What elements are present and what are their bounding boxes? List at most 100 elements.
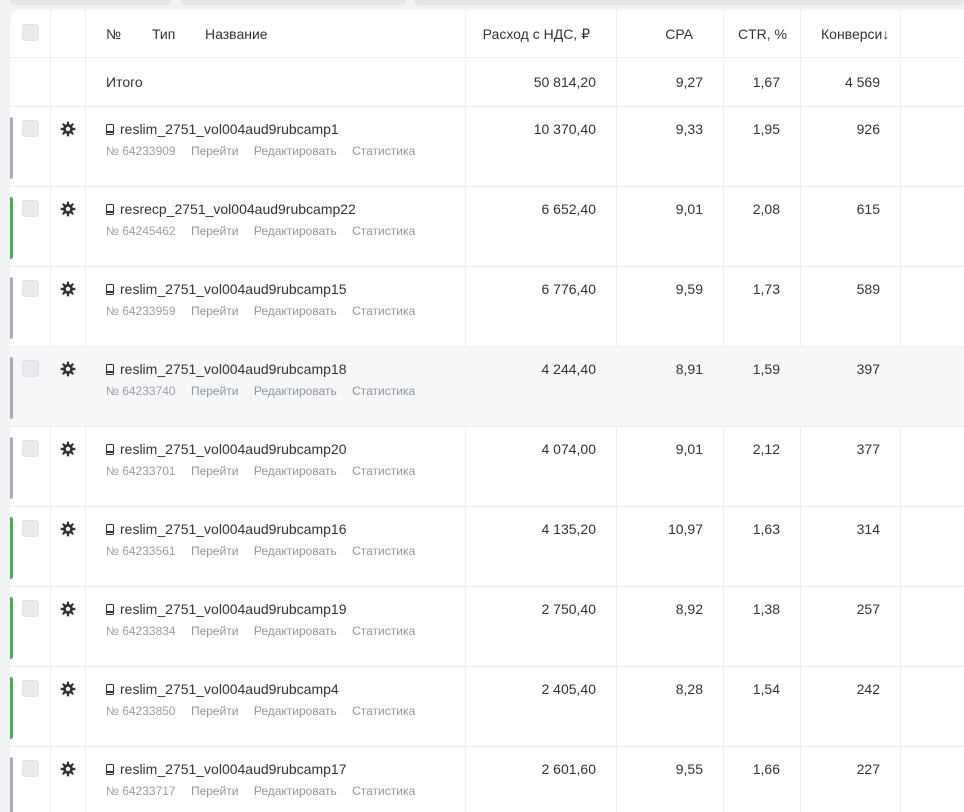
cpa-value: 8,92 [675,601,703,617]
sort-desc-icon[interactable]: ↓ [882,26,889,42]
row-checkbox[interactable] [22,760,39,777]
top-tab[interactable] [414,0,964,5]
campaign-name[interactable]: resrecp_2751_vol004aud9rubcamp22 [106,201,356,217]
column-header-cpa[interactable]: CPA [665,26,693,42]
cpa-value: 9,01 [675,441,703,457]
go-link[interactable]: Перейти [191,464,239,478]
stats-link[interactable]: Статистика [352,144,415,158]
column-header-ctr[interactable]: CTR, % [738,26,787,42]
go-link[interactable]: Перейти [191,224,239,238]
campaign-meta: № 64233850 Перейти Редактировать Статист… [106,704,427,718]
campaign-name-text[interactable]: resrecp_2751_vol004aud9rubcamp22 [120,201,356,217]
row-checkbox[interactable] [22,440,39,457]
campaign-id: № 64233740 [106,384,176,398]
gear-icon[interactable] [60,201,76,217]
go-link[interactable]: Перейти [191,784,239,798]
campaign-name[interactable]: reslim_2751_vol004aud9rubcamp4 [106,681,339,697]
campaign-name[interactable]: reslim_2751_vol004aud9rubcamp19 [106,601,347,617]
go-link[interactable]: Перейти [191,144,239,158]
campaign-name-text[interactable]: reslim_2751_vol004aud9rubcamp20 [120,441,347,457]
campaign-name[interactable]: reslim_2751_vol004aud9rubcamp1 [106,121,339,137]
campaign-row[interactable]: resrecp_2751_vol004aud9rubcamp22 № 64245… [10,187,964,267]
campaign-name-text[interactable]: reslim_2751_vol004aud9rubcamp18 [120,361,347,377]
go-link[interactable]: Перейти [191,544,239,558]
row-checkbox[interactable] [22,520,39,537]
column-header-name[interactable]: Название [205,26,268,42]
column-header-number[interactable]: № [106,26,121,42]
top-tab[interactable] [10,0,172,5]
edit-link[interactable]: Редактировать [254,624,337,638]
gear-icon[interactable] [60,601,76,617]
ctr-value: 1,95 [752,121,780,137]
edit-link[interactable]: Редактировать [254,224,337,238]
edit-link[interactable]: Редактировать [254,384,337,398]
spend-value: 2 601,60 [541,761,597,777]
campaign-name[interactable]: reslim_2751_vol004aud9rubcamp17 [106,761,347,777]
campaign-name[interactable]: reslim_2751_vol004aud9rubcamp20 [106,441,347,457]
ctr-value: 1,63 [752,521,780,537]
campaign-name-text[interactable]: reslim_2751_vol004aud9rubcamp19 [120,601,347,617]
gear-icon[interactable] [60,761,76,777]
stats-link[interactable]: Статистика [352,384,415,398]
campaign-row[interactable]: reslim_2751_vol004aud9rubcamp4 № 6423385… [10,667,964,747]
campaign-row[interactable]: reslim_2751_vol004aud9rubcamp1 № 6423390… [10,107,964,187]
go-link[interactable]: Перейти [191,304,239,318]
edit-link[interactable]: Редактировать [254,304,337,318]
stats-link[interactable]: Статистика [352,304,415,318]
campaign-name-text[interactable]: reslim_2751_vol004aud9rubcamp15 [120,281,347,297]
column-header-spend[interactable]: Расход с НДС, ₽ [483,26,590,43]
campaign-name[interactable]: reslim_2751_vol004aud9rubcamp18 [106,361,347,377]
row-checkbox[interactable] [22,360,39,377]
campaign-row[interactable]: reslim_2751_vol004aud9rubcamp19 № 642338… [10,587,964,667]
stats-link[interactable]: Статистика [352,624,415,638]
go-link[interactable]: Перейти [191,704,239,718]
column-header-conversions[interactable]: Конверси↓ [821,26,889,42]
gear-icon[interactable] [60,281,76,297]
row-checkbox[interactable] [22,280,39,297]
edit-link[interactable]: Редактировать [254,784,337,798]
campaign-name[interactable]: reslim_2751_vol004aud9rubcamp16 [106,521,347,537]
cpa-value: 9,55 [675,761,703,777]
gear-icon[interactable] [60,521,76,537]
row-checkbox[interactable] [22,600,39,617]
row-checkbox[interactable] [22,680,39,697]
campaign-meta: № 64233701 Перейти Редактировать Статист… [106,464,427,478]
conversions-value: 227 [856,761,880,777]
row-checkbox[interactable] [22,120,39,137]
campaign-name-text[interactable]: reslim_2751_vol004aud9rubcamp16 [120,521,347,537]
ctr-value: 1,59 [752,361,780,377]
go-link[interactable]: Перейти [191,384,239,398]
ctr-value: 1,73 [752,281,780,297]
campaign-name-text[interactable]: reslim_2751_vol004aud9rubcamp4 [120,681,339,697]
edit-link[interactable]: Редактировать [254,544,337,558]
gear-icon[interactable] [60,681,76,697]
gear-icon[interactable] [60,361,76,377]
top-tab[interactable] [180,0,406,5]
conversions-value: 242 [856,681,880,697]
edit-link[interactable]: Редактировать [254,464,337,478]
gear-icon[interactable] [60,441,76,457]
stats-link[interactable]: Статистика [352,704,415,718]
campaign-name-text[interactable]: reslim_2751_vol004aud9rubcamp1 [120,121,339,137]
campaign-id: № 64233850 [106,704,176,718]
campaign-row[interactable]: reslim_2751_vol004aud9rubcamp17 № 642337… [10,747,964,812]
stats-link[interactable]: Статистика [352,544,415,558]
mobile-phone-icon [106,443,114,455]
column-header-type[interactable]: Тип [152,26,175,42]
campaign-row[interactable]: reslim_2751_vol004aud9rubcamp18 № 642337… [10,347,964,427]
edit-link[interactable]: Редактировать [254,704,337,718]
campaign-row[interactable]: reslim_2751_vol004aud9rubcamp15 № 642339… [10,267,964,347]
go-link[interactable]: Перейти [191,624,239,638]
campaign-row[interactable]: reslim_2751_vol004aud9rubcamp20 № 642337… [10,427,964,507]
campaign-row[interactable]: reslim_2751_vol004aud9rubcamp16 № 642335… [10,507,964,587]
stats-link[interactable]: Статистика [352,784,415,798]
gear-icon[interactable] [60,121,76,137]
ctr-value: 2,08 [752,201,780,217]
row-checkbox[interactable] [22,200,39,217]
stats-link[interactable]: Статистика [352,224,415,238]
select-all-checkbox[interactable] [22,24,39,41]
edit-link[interactable]: Редактировать [254,144,337,158]
campaign-name[interactable]: reslim_2751_vol004aud9rubcamp15 [106,281,347,297]
stats-link[interactable]: Статистика [352,464,415,478]
campaign-name-text[interactable]: reslim_2751_vol004aud9rubcamp17 [120,761,347,777]
